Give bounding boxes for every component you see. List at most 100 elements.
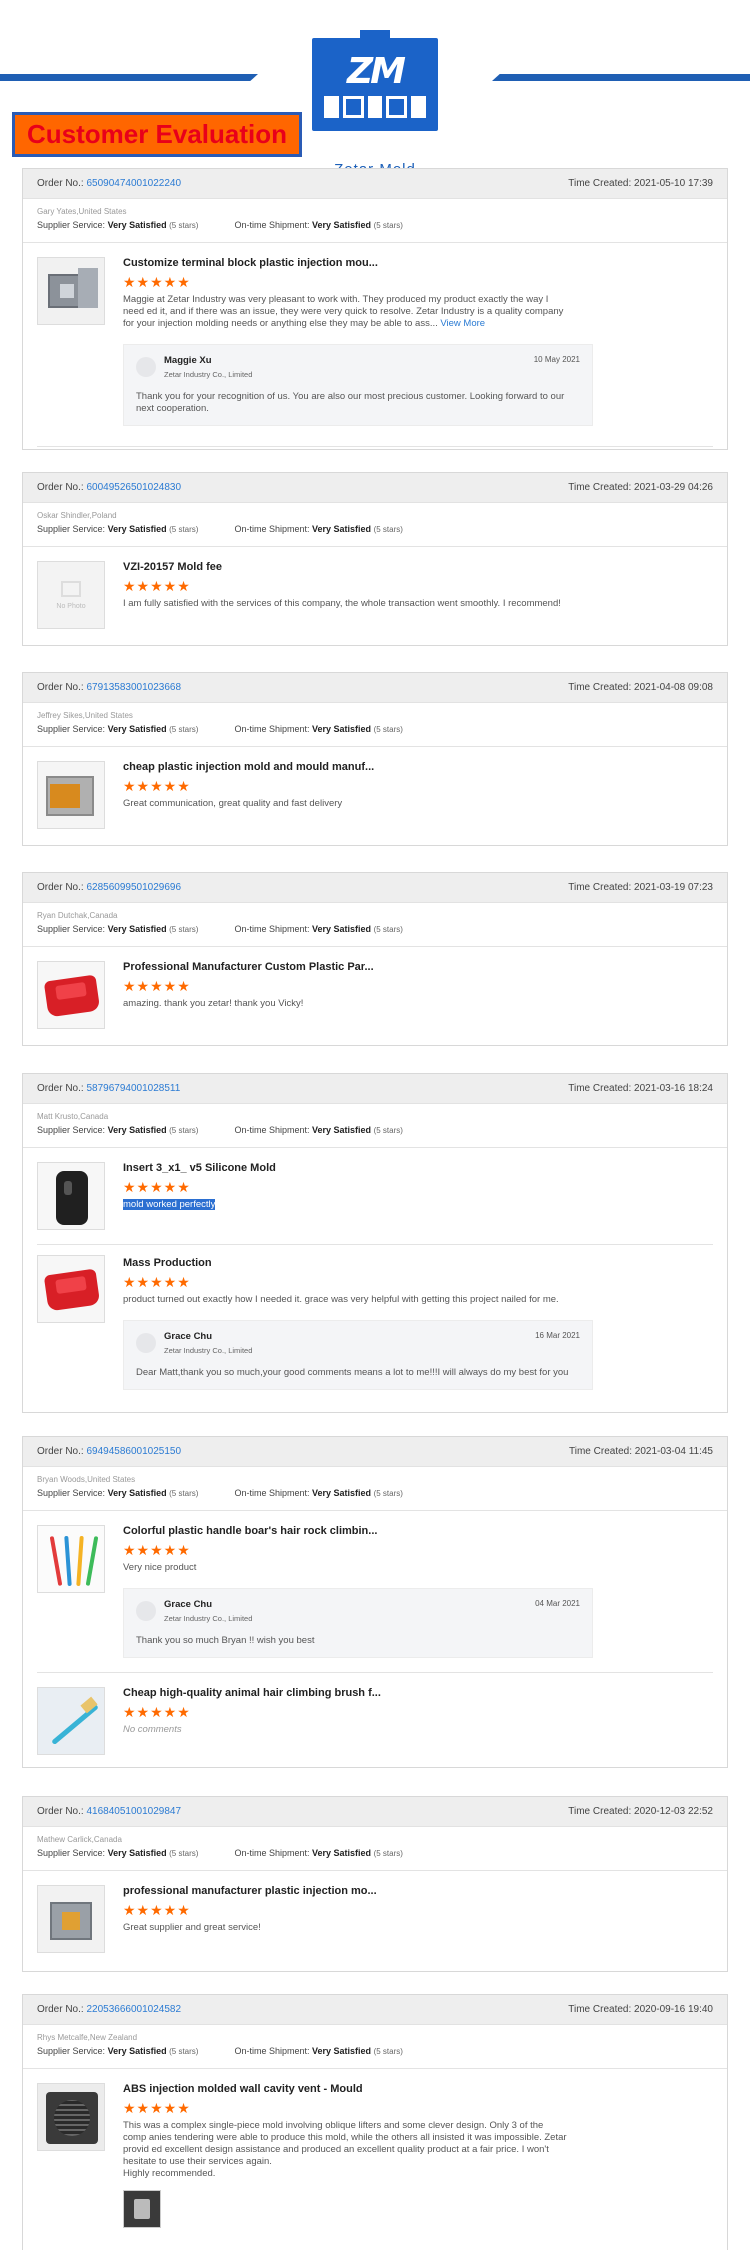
- logo-mark: ZM: [347, 51, 406, 92]
- product-thumbnail[interactable]: [37, 1525, 105, 1593]
- order-ratings: Supplier Service: Very Satisfied (5 star…: [37, 724, 403, 734]
- product-thumbnail[interactable]: [37, 1255, 105, 1323]
- star-rating: ★★★★★: [123, 978, 191, 994]
- product-title[interactable]: Cheap high-quality animal hair climbing …: [123, 1687, 713, 1699]
- avatar: [136, 1601, 156, 1621]
- view-more-link[interactable]: View More: [440, 318, 485, 329]
- product-thumbnail[interactable]: [37, 1687, 105, 1755]
- reply-date: 16 Mar 2021: [535, 1331, 580, 1340]
- reply-company: Zetar Industry Co., Limited: [164, 1614, 253, 1623]
- order-ratings: Supplier Service: Very Satisfied (5 star…: [37, 220, 403, 230]
- product-title[interactable]: Insert 3_x1_ v5 Silicone Mold: [123, 1162, 713, 1174]
- order-ratings: Supplier Service: Very Satisfied (5 star…: [37, 524, 403, 534]
- star-rating: ★★★★★: [123, 578, 191, 594]
- order-header: Order No.: 65090474001022240 Time Create…: [23, 169, 727, 199]
- order-ratings: Supplier Service: Very Satisfied (5 star…: [37, 1848, 403, 1858]
- order-number: Order No.: 41684051001029847: [37, 1806, 182, 1817]
- order-header: Order No.: 62856099501029696 Time Create…: [23, 873, 727, 903]
- review-text: Great supplier and great service!: [123, 1922, 261, 1933]
- product-title[interactable]: Professional Manufacturer Custom Plastic…: [123, 961, 713, 973]
- seller-reply: Maggie Xu Zetar Industry Co., Limited 10…: [123, 344, 593, 426]
- time-created: Time Created: 2021-03-04 11:45: [569, 1446, 713, 1457]
- seller-reply: Grace Chu Zetar Industry Co., Limited 04…: [123, 1588, 593, 1658]
- review-item: cheap plastic injection mold and mould m…: [23, 747, 727, 841]
- product-thumbnail[interactable]: [37, 761, 105, 829]
- order-number-link[interactable]: 22053666001024582: [86, 2004, 181, 2015]
- star-rating: ★★★★★: [123, 1542, 191, 1558]
- review-item: ABS injection molded wall cavity vent - …: [23, 2069, 727, 2242]
- order-header: Order No.: 60049526501024830 Time Create…: [23, 473, 727, 503]
- star-rating: ★★★★★: [123, 274, 191, 290]
- page-header: ZM Zetar Mold Customer Evaluation: [0, 0, 750, 178]
- order-number-link[interactable]: 41684051001029847: [86, 1806, 181, 1817]
- time-created: Time Created: 2020-09-16 19:40: [568, 2004, 713, 2015]
- product-title[interactable]: VZI-20157 Mold fee: [123, 561, 713, 573]
- buyer-name: Jeffrey Sikes,United States: [37, 711, 133, 720]
- review-text: I am fully satisfied with the services o…: [123, 598, 561, 609]
- order-card: Order No.: 22053666001024582 Time Create…: [22, 1994, 728, 2250]
- star-rating: ★★★★★: [123, 1179, 191, 1195]
- review-photo-thumbnail[interactable]: [123, 2190, 161, 2228]
- product-thumbnail[interactable]: [37, 2083, 105, 2151]
- order-header: Order No.: 22053666001024582 Time Create…: [23, 1995, 727, 2025]
- star-rating: ★★★★★: [123, 1704, 191, 1720]
- product-title[interactable]: Colorful plastic handle boar's hair rock…: [123, 1525, 713, 1537]
- star-rating: ★★★★★: [123, 2100, 191, 2116]
- star-rating: ★★★★★: [123, 778, 191, 794]
- logo-bars: [324, 96, 426, 118]
- order-header: Order No.: 69494586001025150 Time Create…: [23, 1437, 727, 1467]
- product-thumbnail[interactable]: [37, 1885, 105, 1953]
- reply-date: 10 May 2021: [533, 355, 580, 364]
- time-created: Time Created: 2021-04-08 09:08: [568, 682, 713, 693]
- review-item: Insert 3_x1_ v5 Silicone Mold ★★★★★ mold…: [23, 1148, 727, 1244]
- avatar: [136, 1333, 156, 1353]
- order-card: Order No.: 41684051001029847 Time Create…: [22, 1796, 728, 1972]
- product-title[interactable]: Mass Production: [123, 1257, 713, 1269]
- order-ratings: Supplier Service: Very Satisfied (5 star…: [37, 924, 403, 934]
- product-thumbnail[interactable]: [37, 257, 105, 325]
- review-item: Cheap high-quality animal hair climbing …: [23, 1673, 727, 1767]
- order-number: Order No.: 62856099501029696: [37, 882, 182, 893]
- product-thumbnail[interactable]: [37, 961, 105, 1029]
- zetar-mold-logo[interactable]: ZM Zetar Mold: [312, 30, 438, 178]
- buyer-name: Oskar Shindler,Poland: [37, 511, 117, 520]
- star-rating: ★★★★★: [123, 1274, 191, 1290]
- order-number: Order No.: 22053666001024582: [37, 2004, 182, 2015]
- order-number-link[interactable]: 60049526501024830: [86, 482, 181, 493]
- product-title[interactable]: ABS injection molded wall cavity vent - …: [123, 2083, 713, 2095]
- customer-evaluation-banner: Customer Evaluation: [12, 112, 302, 157]
- reply-text: Dear Matt,thank you so much,your good co…: [136, 1367, 569, 1378]
- order-header: Order No.: 67913583001023668 Time Create…: [23, 673, 727, 703]
- reply-company: Zetar Industry Co., Limited: [164, 370, 253, 379]
- order-card: Order No.: 58796794001028511 Time Create…: [22, 1073, 728, 1413]
- order-number-link[interactable]: 58796794001028511: [86, 1083, 180, 1094]
- review-text: No comments: [123, 1724, 182, 1735]
- order-number-link[interactable]: 62856099501029696: [86, 882, 181, 893]
- product-title[interactable]: Customize terminal block plastic injecti…: [123, 257, 713, 269]
- order-number-link[interactable]: 67913583001023668: [86, 682, 181, 693]
- review-text: amazing. thank you zetar! thank you Vick…: [123, 998, 304, 1009]
- buyer-name: Rhys Metcalfe,New Zealand: [37, 2033, 138, 2042]
- review-item: Customize terminal block plastic injecti…: [23, 243, 727, 440]
- order-ratings: Supplier Service: Very Satisfied (5 star…: [37, 1488, 403, 1498]
- review-text: product turned out exactly how I needed …: [123, 1294, 559, 1305]
- avatar: [136, 357, 156, 377]
- order-ratings: Supplier Service: Very Satisfied (5 star…: [37, 1125, 403, 1135]
- time-created: Time Created: 2021-03-19 07:23: [568, 882, 713, 893]
- order-number: Order No.: 65090474001022240: [37, 178, 182, 189]
- order-header: Order No.: 58796794001028511 Time Create…: [23, 1074, 727, 1104]
- product-thumbnail[interactable]: [37, 1162, 105, 1230]
- reply-author: Grace Chu: [164, 1599, 213, 1610]
- product-title[interactable]: cheap plastic injection mold and mould m…: [123, 761, 713, 773]
- reply-text: Thank you for your recognition of us. Yo…: [136, 391, 565, 414]
- review-text: Very nice product: [123, 1562, 197, 1573]
- order-number: Order No.: 60049526501024830: [37, 482, 182, 493]
- order-number-link[interactable]: 69494586001025150: [86, 1446, 181, 1457]
- buyer-name: Ryan Dutchak,Canada: [37, 911, 118, 920]
- order-number-link[interactable]: 65090474001022240: [86, 178, 181, 189]
- order-header: Order No.: 41684051001029847 Time Create…: [23, 1797, 727, 1827]
- review-item: Professional Manufacturer Custom Plastic…: [23, 947, 727, 1041]
- seller-reply: Grace Chu Zetar Industry Co., Limited 16…: [123, 1320, 593, 1390]
- product-title[interactable]: professional manufacturer plastic inject…: [123, 1885, 713, 1897]
- review-text: mold worked perfectly: [123, 1199, 216, 1210]
